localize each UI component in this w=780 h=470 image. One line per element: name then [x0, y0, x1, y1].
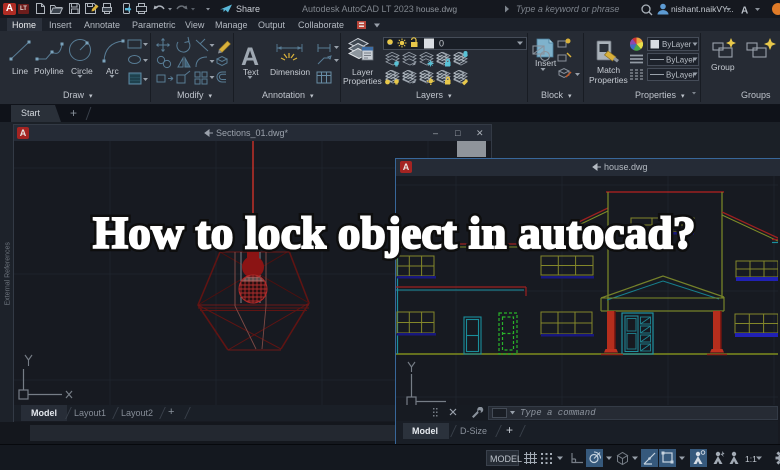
svg-text:A: A [741, 6, 748, 17]
svg-text:0: 0 [439, 39, 444, 49]
svg-text:ByLayer: ByLayer [666, 71, 696, 80]
svg-text:ByLayer: ByLayer [666, 56, 696, 65]
svg-text:ByLayer: ByLayer [662, 40, 692, 49]
